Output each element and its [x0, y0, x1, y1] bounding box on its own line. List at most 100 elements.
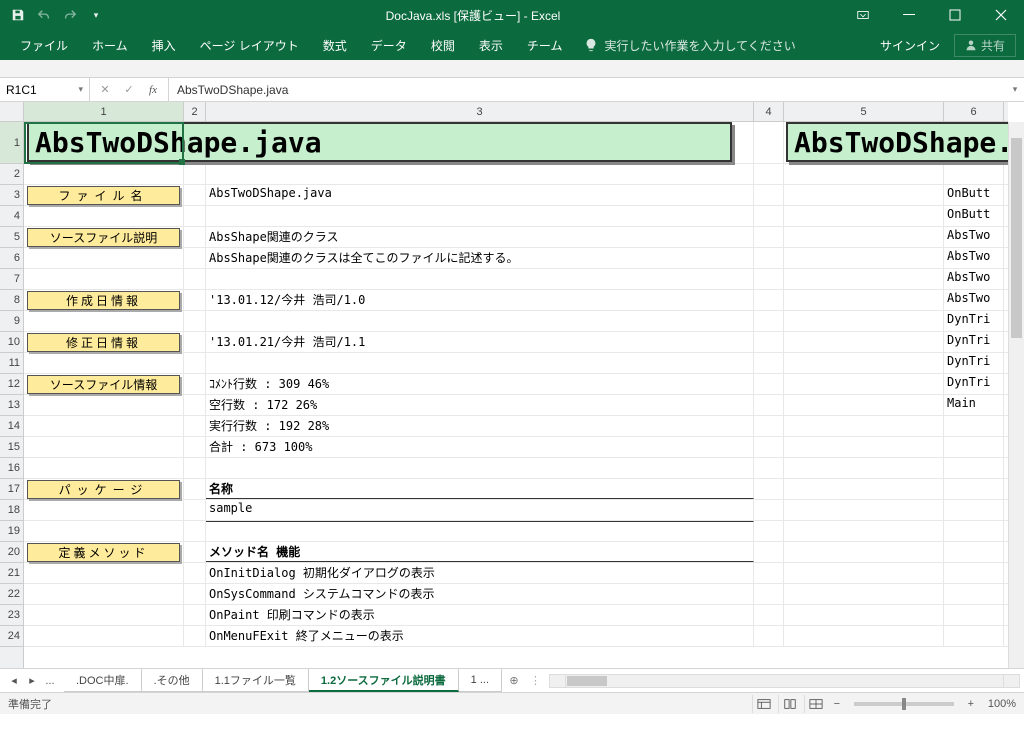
add-sheet-icon[interactable]: ⊕ — [502, 674, 526, 687]
redo-icon[interactable] — [60, 5, 80, 25]
col-header-5[interactable]: 5 — [784, 102, 944, 121]
cell[interactable]: DynTri — [944, 311, 1004, 331]
cell[interactable]: ｺﾒﾝﾄ行数 : 309 46% — [206, 374, 754, 394]
cell[interactable]: OnInitDialog 初期化ダイアログの表示 — [206, 563, 754, 583]
save-icon[interactable] — [8, 5, 28, 25]
signin-link[interactable]: サインイン — [870, 37, 950, 54]
tab-insert[interactable]: 挿入 — [140, 30, 188, 60]
cell[interactable]: AbsTwoDShape.java — [206, 185, 754, 205]
cell[interactable]: AbsTwo — [944, 269, 1004, 289]
horizontal-scrollbar[interactable] — [549, 674, 1020, 688]
close-icon[interactable] — [978, 0, 1024, 30]
scroll-right-icon[interactable] — [1003, 675, 1019, 687]
row-header[interactable]: 2 — [0, 164, 23, 185]
tab-file[interactable]: ファイル — [8, 30, 80, 60]
col-header-6[interactable]: 6 — [944, 102, 1004, 121]
maximize-icon[interactable] — [932, 0, 978, 30]
view-page-break-icon[interactable] — [804, 695, 828, 713]
title-cell[interactable]: AbsTwoDShape.java — [27, 122, 732, 162]
cancel-formula-icon[interactable]: ✕ — [94, 80, 116, 100]
sheet-nav-more[interactable]: ... — [42, 673, 58, 689]
tab-data[interactable]: データ — [359, 30, 419, 60]
sheet-tab[interactable]: 1 ... — [459, 669, 502, 692]
cell[interactable]: 空行数 : 172 26% — [206, 395, 754, 415]
cell[interactable]: DynTri — [944, 374, 1004, 394]
col-header-3[interactable]: 3 — [206, 102, 754, 121]
cell[interactable]: AbsTwo — [944, 248, 1004, 268]
section-source-info[interactable]: ソースファイル情報 — [27, 375, 180, 394]
undo-icon[interactable] — [34, 5, 54, 25]
row-header[interactable]: 24 — [0, 626, 23, 647]
cell[interactable]: OnButt — [944, 206, 1004, 226]
row-header[interactable]: 1 — [0, 122, 23, 164]
sheet-tab-active[interactable]: 1.2ソースファイル説明書 — [309, 669, 459, 692]
cell[interactable]: Main — [944, 395, 1004, 415]
cell[interactable]: 実行行数 : 192 28% — [206, 416, 754, 436]
section-modify-date[interactable]: 修正日情報 — [27, 333, 180, 352]
row-header[interactable]: 14 — [0, 416, 23, 437]
col-header-4[interactable]: 4 — [754, 102, 784, 121]
cell[interactable]: AbsTwo — [944, 290, 1004, 310]
formula-input[interactable]: AbsTwoDShape.java — [169, 83, 1006, 97]
tab-formula[interactable]: 数式 — [311, 30, 359, 60]
row-header[interactable]: 17 — [0, 479, 23, 500]
scrollbar-thumb[interactable] — [567, 676, 607, 686]
cell[interactable]: '13.01.21/今井 浩司/1.1 — [206, 332, 754, 352]
confirm-formula-icon[interactable]: ✓ — [118, 80, 140, 100]
row-header[interactable]: 20 — [0, 542, 23, 563]
zoom-in-icon[interactable]: + — [964, 698, 978, 710]
row-header[interactable]: 22 — [0, 584, 23, 605]
row-header[interactable]: 5 — [0, 227, 23, 248]
zoom-level[interactable]: 100% — [988, 698, 1016, 710]
section-filename[interactable]: ファイル名 — [27, 186, 180, 205]
section-package[interactable]: パッケージ — [27, 480, 180, 499]
tab-view[interactable]: 表示 — [467, 30, 515, 60]
cell[interactable]: OnMenuFExit 終了メニューの表示 — [206, 626, 754, 646]
cell[interactable]: OnSysCommand システムコマンドの表示 — [206, 584, 754, 604]
cell[interactable]: AbsShape関連のクラス — [206, 227, 754, 247]
cell[interactable]: OnPaint 印刷コマンドの表示 — [206, 605, 754, 625]
share-button[interactable]: 共有 — [954, 34, 1016, 57]
row-header[interactable]: 9 — [0, 311, 23, 332]
zoom-out-icon[interactable]: − — [830, 698, 844, 710]
sheet-tab[interactable]: .その他 — [142, 669, 203, 692]
cell[interactable]: sample — [206, 500, 754, 520]
sheet-tab[interactable]: .DOC中扉. — [64, 669, 142, 692]
row-header[interactable]: 15 — [0, 437, 23, 458]
formula-expand-icon[interactable]: ▾ — [1006, 84, 1024, 95]
title-cell-2[interactable]: AbsTwoDShape.j — [786, 122, 1008, 162]
scroll-left-icon[interactable] — [550, 675, 566, 687]
row-header[interactable]: 12 — [0, 374, 23, 395]
row-header[interactable]: 21 — [0, 563, 23, 584]
zoom-thumb[interactable] — [902, 698, 906, 710]
section-source-desc[interactable]: ソースファイル説明 — [27, 228, 180, 247]
row-header[interactable]: 10 — [0, 332, 23, 353]
cell[interactable]: '13.01.12/今井 浩司/1.0 — [206, 290, 754, 310]
cell[interactable]: 名称 — [206, 479, 754, 499]
row-header[interactable]: 18 — [0, 500, 23, 521]
row-header[interactable]: 4 — [0, 206, 23, 227]
tab-home[interactable]: ホーム — [80, 30, 140, 60]
qat-dropdown-icon[interactable]: ▾ — [86, 5, 106, 25]
row-header[interactable]: 6 — [0, 248, 23, 269]
row-header[interactable]: 19 — [0, 521, 23, 542]
minimize-icon[interactable] — [886, 0, 932, 30]
view-normal-icon[interactable] — [752, 695, 776, 713]
fx-icon[interactable]: fx — [142, 80, 164, 100]
cell[interactable]: DynTri — [944, 332, 1004, 352]
tell-me-search[interactable]: 実行したい作業を入力してください — [574, 37, 795, 54]
scrollbar-thumb[interactable] — [1011, 138, 1022, 338]
ribbon-options-icon[interactable] — [840, 0, 886, 30]
row-header[interactable]: 16 — [0, 458, 23, 479]
name-box-dropdown-icon[interactable]: ▾ — [78, 84, 83, 95]
cell[interactable]: AbsShape関連のクラスは全てこのファイルに記述する。 — [206, 248, 754, 268]
sheet-nav-next-icon[interactable]: ▸ — [24, 673, 40, 689]
view-page-layout-icon[interactable] — [778, 695, 802, 713]
row-header[interactable]: 8 — [0, 290, 23, 311]
zoom-slider[interactable] — [854, 702, 954, 706]
tab-layout[interactable]: ページ レイアウト — [188, 30, 311, 60]
cell[interactable]: 合計 : 673 100% — [206, 437, 754, 457]
cell[interactable]: OnButt — [944, 185, 1004, 205]
tab-team[interactable]: チーム — [515, 30, 575, 60]
row-header[interactable]: 23 — [0, 605, 23, 626]
